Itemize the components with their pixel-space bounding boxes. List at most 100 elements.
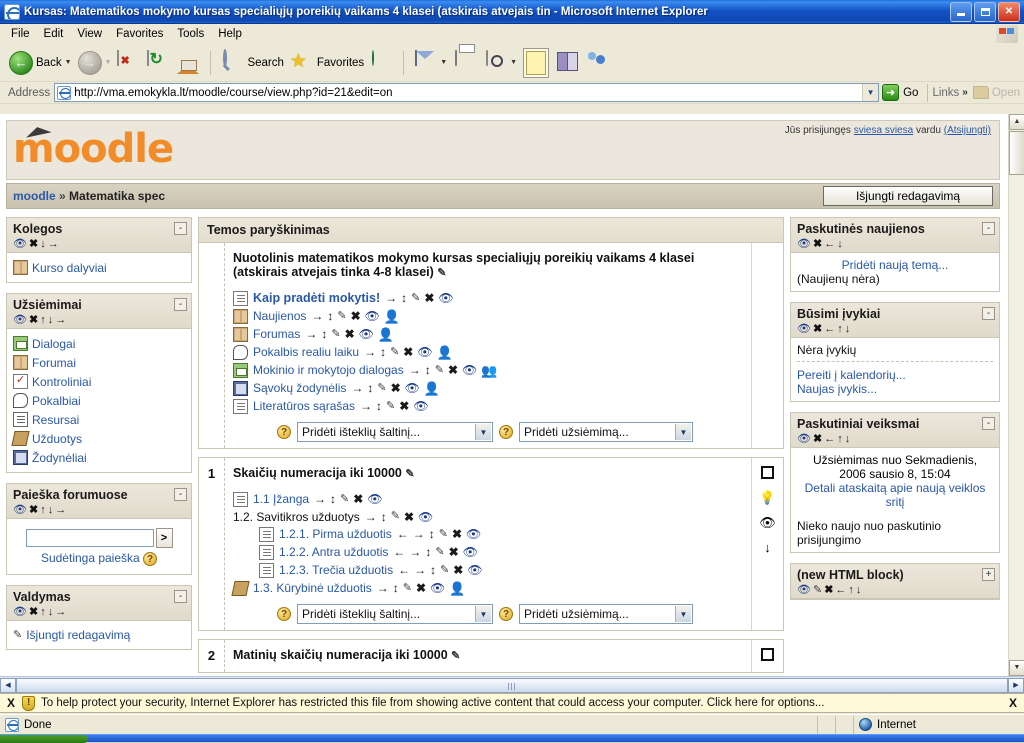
activity-row[interactable]: Naujienos → ↕ ✎ ✖ 👁 👤 xyxy=(233,307,745,325)
eye-icon[interactable]: 👁 xyxy=(418,511,433,523)
activity-link[interactable]: Pokalbis realiu laiku xyxy=(253,345,359,359)
block-kolegos-collapse[interactable]: - xyxy=(174,222,187,235)
activity-link[interactable]: 1.2.1. Pirma užduotis xyxy=(279,527,392,541)
pencil-icon[interactable]: ✎ xyxy=(337,310,346,322)
chevron-double-right-icon[interactable]: » xyxy=(962,87,968,98)
favorites-button[interactable]: ★ Favorites xyxy=(287,47,367,79)
eye-icon[interactable]: 👁 xyxy=(417,346,432,358)
close-icon[interactable]: ✖ xyxy=(813,433,824,445)
move-left-icon[interactable]: ← xyxy=(824,238,837,250)
eye-icon[interactable]: 👁 xyxy=(797,433,813,445)
sidebar-link-dialogai[interactable]: Dialogai xyxy=(32,337,75,351)
scroll-up-button[interactable]: ▲ xyxy=(1009,114,1024,130)
move-right-icon[interactable]: → xyxy=(364,346,376,358)
close-icon[interactable]: ✖ xyxy=(29,238,40,250)
logout-link[interactable]: (Atsijungti) xyxy=(944,125,991,136)
print-button[interactable] xyxy=(450,47,480,79)
eye-icon[interactable]: 👁 xyxy=(797,323,813,335)
block-paieska-collapse[interactable]: - xyxy=(174,488,187,501)
block-naujienos-collapse[interactable]: - xyxy=(982,222,995,235)
block-veiksmai-collapse[interactable]: - xyxy=(982,417,995,430)
move-right-icon[interactable]: → xyxy=(414,564,426,576)
move-updown-icon[interactable]: ↕ xyxy=(380,346,386,358)
pencil-icon[interactable]: ✎ xyxy=(411,292,420,304)
move-updown-icon[interactable]: ↕ xyxy=(393,582,399,594)
eye-icon[interactable]: 👁 xyxy=(13,314,29,326)
add-activity-select[interactable]: Pridėti užsiėmimą... ▼ xyxy=(519,422,693,442)
search-button[interactable]: Search xyxy=(217,47,286,79)
activity-row[interactable]: 1.2.2. Antra užduotis ← → ↕ ✎ ✖ 👁 xyxy=(233,543,745,561)
delete-icon[interactable]: ✖ xyxy=(353,493,363,505)
move-down-icon[interactable]: ↓ xyxy=(752,540,783,555)
move-updown-icon[interactable]: ↕ xyxy=(321,328,327,340)
address-input[interactable]: http://vma.emokykla.lt/moodle/course/vie… xyxy=(54,83,880,102)
links-label[interactable]: Links xyxy=(932,87,959,99)
delete-icon[interactable]: ✖ xyxy=(416,582,426,594)
move-right-icon[interactable]: → xyxy=(311,310,323,322)
sidebar-link-isjungti-redagavima[interactable]: Išjungti redagavimą xyxy=(26,628,130,642)
move-right-icon[interactable]: → xyxy=(377,582,389,594)
stop-button[interactable] xyxy=(114,47,144,79)
move-right-icon[interactable]: → xyxy=(409,364,421,376)
groups-icon[interactable]: 👤 xyxy=(449,582,465,595)
delete-icon[interactable]: ✖ xyxy=(391,382,401,394)
full-activity-report-link[interactable]: Detali ataskaitą apie naują veiklos srit… xyxy=(805,481,986,509)
groups-icon[interactable]: 👤 xyxy=(424,382,440,395)
scroll-right-button[interactable]: ▶ xyxy=(1008,677,1024,693)
eye-icon[interactable]: 👁 xyxy=(367,493,382,505)
activity-row[interactable]: Mokinio ir mokytojo dialogas → ↕ ✎ ✖ 👁 👥 xyxy=(233,361,745,379)
refresh-button[interactable] xyxy=(144,47,174,79)
move-right-icon[interactable]: → xyxy=(365,511,377,523)
horizontal-scroll-track[interactable] xyxy=(16,677,1008,693)
block-new-html-collapse[interactable]: + xyxy=(982,568,995,581)
pencil-icon[interactable]: ✎ xyxy=(390,346,399,358)
edit-button[interactable]: ▼ xyxy=(480,47,520,79)
help-question-icon[interactable]: ? xyxy=(277,607,291,621)
move-down-icon[interactable]: ↓ xyxy=(856,584,864,596)
pencil-icon[interactable]: ✎ xyxy=(340,493,349,505)
help-question-icon[interactable]: ? xyxy=(277,425,291,439)
sidebar-link-pokalbiai[interactable]: Pokalbiai xyxy=(32,394,81,408)
sidebar-link-resursai[interactable]: Resursai xyxy=(32,413,79,427)
pencil-icon[interactable]: ✎ xyxy=(435,364,444,376)
advanced-search-link[interactable]: Sudėtinga paieška xyxy=(41,551,140,565)
vertical-scroll-thumb[interactable] xyxy=(1009,131,1024,175)
move-updown-icon[interactable]: ↕ xyxy=(327,310,333,322)
sidebar-link-uzduotys[interactable]: Užduotys xyxy=(32,432,82,446)
minimize-button[interactable] xyxy=(950,1,972,22)
move-up-icon[interactable]: ↑ xyxy=(848,584,856,596)
list-item[interactable]: Pokalbiai xyxy=(13,391,185,410)
sidebar-link-forumai[interactable]: Forumai xyxy=(32,356,76,370)
eye-icon[interactable]: 👁 xyxy=(462,364,477,376)
groups-icon[interactable]: 👤 xyxy=(378,328,394,341)
close-icon[interactable]: ✖ xyxy=(824,584,835,596)
sidebar-link-kurso-dalyviai[interactable]: Kurso dalyviai xyxy=(32,261,107,275)
pencil-icon[interactable]: ✎ xyxy=(405,468,414,480)
pencil-icon[interactable]: ✎ xyxy=(377,382,386,394)
scroll-left-button[interactable]: ◀ xyxy=(0,677,16,693)
move-up-icon[interactable]: ↑ xyxy=(40,314,48,326)
move-up-icon[interactable]: ↑ xyxy=(837,323,845,335)
pencil-icon[interactable]: ✎ xyxy=(331,328,340,340)
login-user-link[interactable]: sviesa sviesa xyxy=(854,125,913,136)
history-button[interactable] xyxy=(367,47,397,79)
move-updown-icon[interactable]: ↕ xyxy=(376,400,382,412)
activity-link[interactable]: 1.3. Kūrybinė užduotis xyxy=(253,581,372,595)
move-up-icon[interactable]: ↑ xyxy=(40,504,48,516)
delete-icon[interactable]: ✖ xyxy=(424,292,434,304)
infobar-close-right[interactable]: X xyxy=(1002,696,1024,710)
list-item[interactable]: Kontroliniai xyxy=(13,372,185,391)
pencil-icon[interactable]: ✎ xyxy=(437,267,446,279)
list-item[interactable]: Kurso dalyviai xyxy=(13,258,185,277)
move-down-icon[interactable]: ↓ xyxy=(40,238,48,250)
activity-link[interactable]: Kaip pradėti mokytis! xyxy=(253,291,380,305)
delete-icon[interactable]: ✖ xyxy=(452,528,462,540)
menu-item-tools[interactable]: Tools xyxy=(170,26,211,42)
move-updown-icon[interactable]: ↕ xyxy=(401,292,407,304)
section-highlight-checkbox[interactable] xyxy=(761,466,774,479)
add-resource-select[interactable]: Pridėti išteklių šaltinį... ▼ xyxy=(297,604,493,624)
page-vertical-scrollbar[interactable]: ▲ ▼ xyxy=(1008,114,1024,676)
eye-icon[interactable]: 👁 xyxy=(466,528,481,540)
pencil-icon[interactable]: ✎ xyxy=(391,511,400,522)
eye-icon[interactable]: 👁 xyxy=(797,584,813,596)
